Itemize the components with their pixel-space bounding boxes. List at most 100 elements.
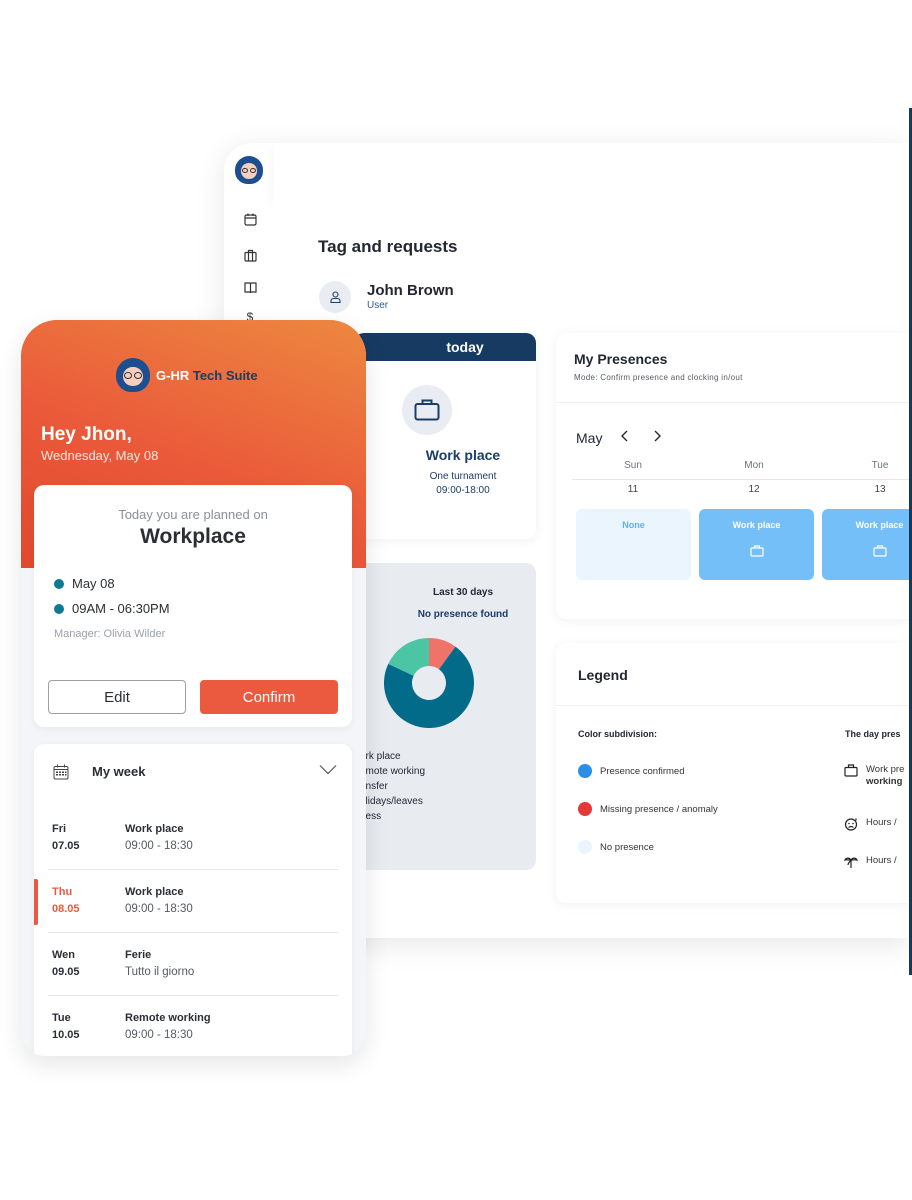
brand-name: G-HR Tech Suite xyxy=(156,368,258,383)
month-label: May xyxy=(576,430,603,446)
week-row-time: Tutto il giorno xyxy=(125,966,195,978)
briefcase-icon xyxy=(844,764,858,777)
last-30-days-card: Last 30 days No presence found ork place… xyxy=(354,563,536,870)
day-cell-label: None xyxy=(622,520,645,530)
brand-logo: G-HR Tech Suite xyxy=(116,358,258,392)
status-dot xyxy=(578,802,592,816)
legend-label: Missing presence / anomaly xyxy=(600,803,718,815)
presences-subtitle: Mode: Confirm presence and clocking in/o… xyxy=(574,373,743,382)
chart-legend: ork place emote working ansfer olidays/l… xyxy=(360,749,425,824)
legend-item: ansfer xyxy=(360,781,388,792)
week-row-day: Wen xyxy=(52,949,76,961)
bullet-dot xyxy=(54,578,64,589)
week-row[interactable]: Fri 07.05 Work place 09:00 - 18:30 xyxy=(34,807,352,870)
day-header: Mon xyxy=(744,460,764,471)
week-row-title: Ferie xyxy=(125,949,152,961)
my-week-card: My week Fri 07.05 Work place 09:00 - 18:… xyxy=(34,744,352,1056)
day-number: 12 xyxy=(748,484,760,495)
legend-label: Hours / xyxy=(866,817,897,828)
active-indicator xyxy=(34,879,38,925)
legend-item: ork place xyxy=(360,751,401,762)
mobile-app: G-HR Tech Suite Hey Jhon, Wednesday, May… xyxy=(21,320,366,1056)
edit-button[interactable]: Edit xyxy=(48,680,186,714)
week-row-day: Tue xyxy=(52,1012,71,1024)
day-cell-label: Work place xyxy=(732,520,781,530)
day-cell-work[interactable]: Work place xyxy=(822,509,909,580)
palm-tree-icon xyxy=(844,857,858,868)
legend-day-item: Hours / xyxy=(844,855,897,869)
week-row-time: 09:00 - 18:30 xyxy=(125,1029,193,1041)
week-row-time: 09:00 - 18:30 xyxy=(125,840,193,852)
week-row[interactable]: Tue 10.05 Remote working 09:00 - 18:30 xyxy=(34,996,352,1056)
day-cell-work[interactable]: Work place xyxy=(699,509,814,580)
legend-title: Legend xyxy=(578,667,628,683)
legend-label: Hours / xyxy=(866,855,897,866)
mascot-logo-icon[interactable] xyxy=(235,156,263,184)
next-month-button[interactable] xyxy=(653,429,662,446)
plan-date: May 08 xyxy=(54,576,115,591)
day-cell-label: Work place xyxy=(855,520,904,530)
legend-label: Work pre xyxy=(866,764,905,775)
week-row-title: Work place xyxy=(125,886,184,898)
page-title: Tag and requests xyxy=(318,237,458,256)
week-row-day: Thu xyxy=(52,886,73,898)
brand-suffix: Tech Suite xyxy=(192,367,258,383)
user-icon xyxy=(329,291,341,303)
briefcase-icon xyxy=(402,385,452,435)
week-row-date: 08.05 xyxy=(52,903,80,915)
user-avatar[interactable] xyxy=(319,281,351,313)
calendar-icon[interactable] xyxy=(242,211,258,227)
today-title: Work place xyxy=(425,447,501,463)
top-bar xyxy=(274,143,909,198)
today-card: today Work place One turnament 09:00-18:… xyxy=(354,333,536,539)
legend-presence-confirmed: Presence confirmed xyxy=(578,764,684,778)
user-name: John Brown xyxy=(367,282,454,299)
legend-day-item: Hours / xyxy=(844,817,897,831)
chevron-left-icon xyxy=(621,430,628,442)
status-dot xyxy=(578,840,592,854)
week-row-date: 10.05 xyxy=(52,1029,80,1041)
plan-manager: Manager: Olivia Wilder xyxy=(54,628,166,640)
today-line2: 09:00-18:00 xyxy=(436,485,490,496)
week-row-active[interactable]: Thu 08.05 Work place 09:00 - 18:30 xyxy=(34,870,352,933)
stats-subtitle: No presence found xyxy=(417,609,509,620)
chevron-right-icon xyxy=(654,430,661,442)
divider xyxy=(572,479,909,480)
today-header: today xyxy=(354,333,536,361)
presences-title: My Presences xyxy=(574,351,668,367)
greeting-date: Wednesday, May 08 xyxy=(41,448,159,463)
briefcase-icon[interactable] xyxy=(242,247,258,263)
legend-day-item: Work pre working xyxy=(844,764,904,788)
mascot-logo-icon xyxy=(116,358,150,392)
briefcase-icon xyxy=(872,545,887,557)
plan-date-text: May 08 xyxy=(72,576,115,591)
today-plan-card: Today you are planned on Workplace May 0… xyxy=(34,485,352,727)
prev-month-button[interactable] xyxy=(620,429,629,446)
legend-item: ness xyxy=(360,811,382,822)
day-number: 13 xyxy=(874,484,886,495)
stats-title: Last 30 days xyxy=(432,587,494,598)
my-presences-card: My Presences Mode: Confirm presence and … xyxy=(556,333,909,619)
today-line1: One turnament xyxy=(429,471,497,482)
confirm-button[interactable]: Confirm xyxy=(200,680,338,714)
book-icon[interactable] xyxy=(242,279,258,295)
user-role: User xyxy=(367,300,389,311)
legend-label: Presence confirmed xyxy=(600,765,685,777)
chevron-down-icon[interactable] xyxy=(319,764,337,775)
week-row-time: 09:00 - 18:30 xyxy=(125,903,193,915)
plan-title: Workplace xyxy=(140,525,246,548)
day-header: Sun xyxy=(624,460,642,471)
week-row[interactable]: Wen 09.05 Ferie Tutto il giorno xyxy=(34,933,352,996)
plan-time: 09AM - 06:30PM xyxy=(54,601,170,616)
legend-label: No presence xyxy=(600,841,654,853)
day-presence-heading: The day pres xyxy=(845,729,901,739)
legend-item: emote working xyxy=(360,766,426,777)
brand-prefix: G-HR xyxy=(156,367,190,383)
color-subdivision-heading: Color subdivision: xyxy=(578,729,658,739)
day-number: 11 xyxy=(627,484,639,495)
briefcase-icon xyxy=(749,545,764,557)
legend-no-presence: No presence xyxy=(578,840,654,854)
week-row-day: Fri xyxy=(52,823,67,835)
day-cell-none[interactable]: None xyxy=(576,509,691,580)
status-dot xyxy=(578,764,592,778)
